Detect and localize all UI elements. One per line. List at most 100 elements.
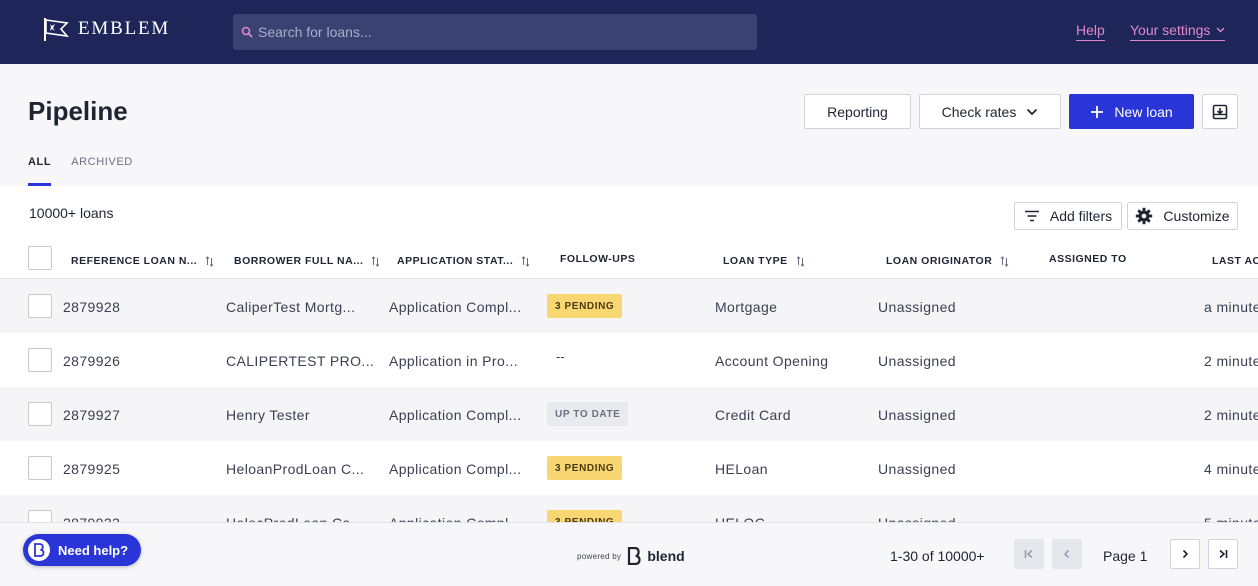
originator-cell: Unassigned xyxy=(878,461,956,477)
originator-cell: Unassigned xyxy=(878,299,956,315)
reference-cell: 2879928 xyxy=(63,299,121,315)
need-help-button[interactable]: Need help? xyxy=(23,534,141,566)
last-activity-cell: 2 minute xyxy=(1204,353,1258,369)
select-all-checkbox[interactable] xyxy=(28,246,52,270)
column-header-label: FOLLOW-UPS xyxy=(560,253,636,265)
chevron-down-icon xyxy=(1216,27,1225,33)
originator-cell: Unassigned xyxy=(878,353,956,369)
chevron-right-icon xyxy=(1182,549,1189,559)
borrower-cell[interactable]: Henry Tester xyxy=(226,407,310,423)
top-navbar: EMBLEM Help Your settings xyxy=(0,0,1258,64)
status-cell: Application Compl... xyxy=(389,407,522,423)
search-bar[interactable] xyxy=(233,14,757,50)
blend-wordmark: blend xyxy=(647,548,685,564)
column-header-label: LOAN TYPE xyxy=(723,255,788,267)
table-row[interactable]: 2879927 Henry Tester Application Compl..… xyxy=(0,387,1258,441)
followup-badge: 3 PENDING xyxy=(547,294,623,318)
column-header-label: APPLICATION STAT... xyxy=(397,255,514,267)
reference-cell: 2879925 xyxy=(63,461,121,477)
check-rates-label: Check rates xyxy=(941,103,1017,120)
export-button[interactable] xyxy=(1202,94,1238,129)
settings-menu[interactable]: Your settings xyxy=(1130,22,1226,41)
column-header-loan-type[interactable]: LOAN TYPE xyxy=(723,255,805,267)
search-icon xyxy=(241,26,253,38)
last-activity-cell: 4 minute xyxy=(1204,461,1258,477)
table-row[interactable]: 2879926 CALIPERTEST PRO... Application i… xyxy=(0,333,1258,387)
row-checkbox[interactable] xyxy=(28,456,52,480)
download-tray-icon xyxy=(1212,104,1228,119)
settings-label: Your settings xyxy=(1130,22,1211,38)
column-header-reference[interactable]: REFERENCE LOAN N... xyxy=(71,255,214,267)
help-link[interactable]: Help xyxy=(1076,22,1105,41)
row-checkbox[interactable] xyxy=(28,348,52,372)
last-page-icon xyxy=(1219,549,1228,559)
column-header-label: LAST AC xyxy=(1212,255,1258,267)
emblem-logo[interactable]: EMBLEM xyxy=(42,16,170,42)
table-row[interactable]: 2879928 CaliperTest Mortg... Application… xyxy=(0,279,1258,333)
status-cell: Application Compl... xyxy=(389,461,522,477)
status-cell: Application Compl... xyxy=(389,299,522,315)
sort-icon xyxy=(372,255,380,267)
loan-count: 10000+ loans xyxy=(29,205,114,221)
borrower-cell[interactable]: CaliperTest Mortg... xyxy=(226,299,355,315)
originator-cell: Unassigned xyxy=(878,407,956,423)
borrower-cell[interactable]: HeloanProdLoan C... xyxy=(226,461,364,477)
blend-logo-icon xyxy=(628,547,641,565)
column-header-label: LOAN ORIGINATOR xyxy=(886,255,993,267)
column-header-originator[interactable]: LOAN ORIGINATOR xyxy=(886,255,1009,267)
table-row[interactable]: 2879925 HeloanProdLoan C... Application … xyxy=(0,441,1258,495)
sort-icon xyxy=(205,255,214,267)
row-checkbox[interactable] xyxy=(28,402,52,426)
filter-icon xyxy=(1024,210,1039,222)
page-header: Pipeline Reporting Check rates New loan … xyxy=(0,64,1258,186)
customize-button[interactable]: Customize xyxy=(1127,202,1238,230)
check-rates-button[interactable]: Check rates xyxy=(919,94,1061,129)
column-header-label: BORROWER FULL NA... xyxy=(234,255,364,267)
column-header-assigned: ASSIGNED TO xyxy=(1049,253,1127,265)
table-header: REFERENCE LOAN N... BORROWER FULL NA... … xyxy=(0,243,1258,279)
status-cell: Application in Pro... xyxy=(389,353,519,369)
powered-by-blend: powered by blend xyxy=(577,547,685,565)
row-checkbox[interactable] xyxy=(28,294,52,318)
loan-type-cell: Account Opening xyxy=(715,353,829,369)
column-header-borrower[interactable]: BORROWER FULL NA... xyxy=(234,255,380,267)
chevron-down-icon xyxy=(1027,108,1038,115)
first-page-button[interactable] xyxy=(1014,539,1044,569)
blend-b-icon xyxy=(34,543,45,557)
sort-icon xyxy=(796,255,804,267)
borrower-cell[interactable]: CALIPERTEST PRO... xyxy=(226,353,374,369)
loan-type-cell: Credit Card xyxy=(715,407,791,423)
followup-badge: UP TO DATE xyxy=(547,402,629,426)
brand-name: EMBLEM xyxy=(78,18,171,39)
column-header-last-activity[interactable]: LAST AC xyxy=(1212,255,1258,267)
page-title: Pipeline xyxy=(28,96,128,126)
new-loan-button[interactable]: New loan xyxy=(1069,94,1194,129)
next-page-button[interactable] xyxy=(1170,539,1200,569)
tab-archived[interactable]: ARCHIVED xyxy=(71,154,133,186)
sort-icon xyxy=(1000,255,1009,267)
pipeline-tabs: ALL ARCHIVED xyxy=(28,154,133,186)
tab-all[interactable]: ALL xyxy=(28,154,52,186)
followup-badge: 3 PENDING xyxy=(547,456,623,480)
reporting-button[interactable]: Reporting xyxy=(804,94,911,129)
flag-logo-icon xyxy=(44,18,69,41)
search-input[interactable] xyxy=(258,24,738,40)
column-header-status[interactable]: APPLICATION STAT... xyxy=(397,255,530,267)
column-header-followups: FOLLOW-UPS xyxy=(560,253,635,265)
last-activity-cell: a minute xyxy=(1204,299,1258,315)
loan-type-cell: Mortgage xyxy=(715,299,778,315)
reference-cell: 2879926 xyxy=(63,353,121,369)
current-page: Page 1 xyxy=(1103,548,1148,564)
column-header-label: ASSIGNED TO xyxy=(1049,253,1127,265)
column-header-label: REFERENCE LOAN N... xyxy=(71,255,198,267)
add-filters-button[interactable]: Add filters xyxy=(1014,202,1122,230)
previous-page-button[interactable] xyxy=(1052,539,1082,569)
last-page-button[interactable] xyxy=(1208,539,1238,569)
blend-help-icon xyxy=(28,539,50,561)
first-page-icon xyxy=(1024,549,1033,559)
reference-cell: 2879927 xyxy=(63,407,121,423)
new-loan-label: New loan xyxy=(1114,103,1173,120)
customize-label: Customize xyxy=(1163,208,1230,224)
powered-by-text: powered by xyxy=(577,551,622,561)
sort-icon xyxy=(521,255,530,267)
